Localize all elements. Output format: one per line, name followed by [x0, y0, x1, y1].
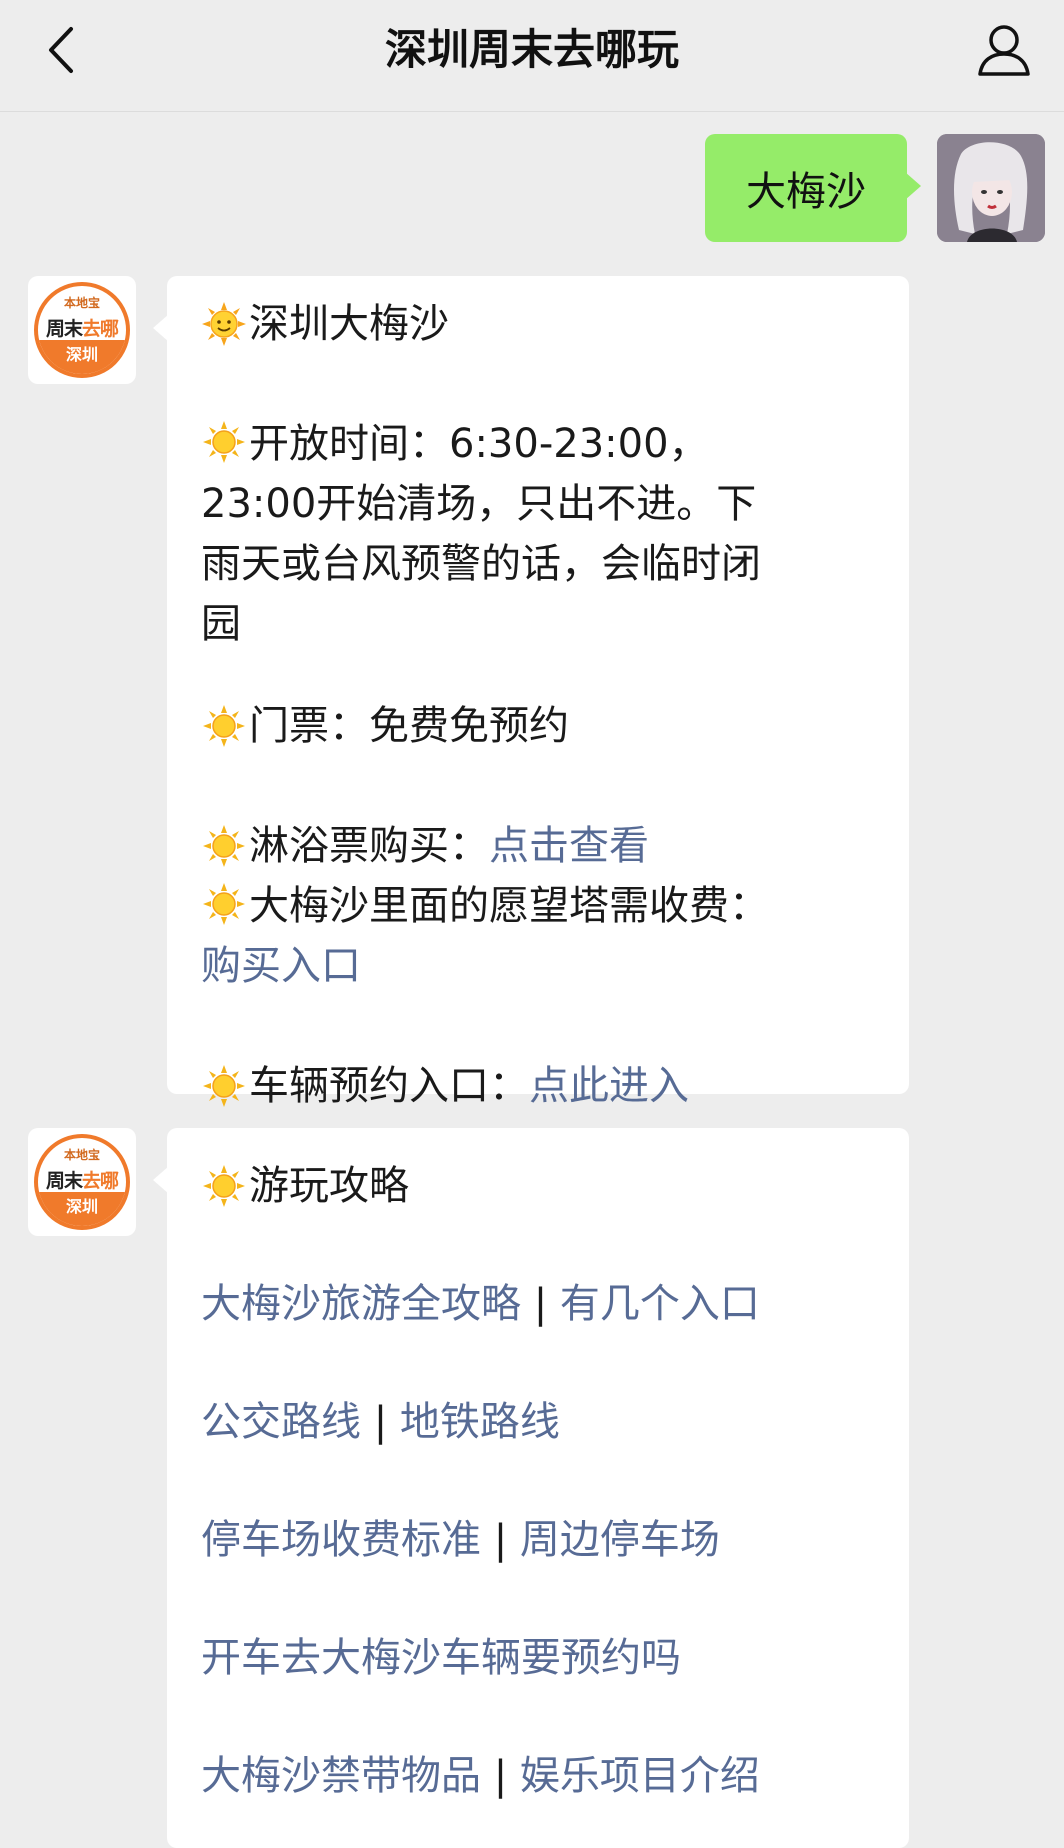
guide-link-row: 大梅沙禁带物品 | 娱乐项目介绍: [201, 1746, 875, 1806]
bot-logo-top-text: 本地宝: [63, 1148, 100, 1162]
bot-logo-top-text: 本地宝: [63, 296, 100, 310]
opening-hours: 开放时间：6:30-23:00，23:00开始清场，只出不进。下雨天或台风预警的…: [201, 419, 761, 647]
shower-ticket-link[interactable]: 点击查看: [489, 816, 649, 876]
reply-title-line: 深圳大梅沙: [201, 294, 875, 354]
chevron-left-icon: [49, 27, 73, 73]
chat-header: 深圳周末去哪玩: [0, 0, 1064, 112]
sun-icon: [201, 823, 247, 869]
sun-icon: [201, 881, 247, 927]
user-avatar[interactable]: [937, 134, 1045, 242]
sun-icon: [201, 703, 247, 749]
bot-logo-bottom-text: 深圳: [38, 1192, 126, 1226]
ticket-info: 门票：免费免预约: [201, 696, 875, 756]
sun-icon: [201, 1063, 247, 1109]
guide-title-line: 游玩攻略: [201, 1156, 875, 1216]
guide-link[interactable]: 有几个入口: [560, 1274, 760, 1334]
sun-icon: [201, 419, 247, 465]
back-button[interactable]: [30, 20, 90, 80]
sun-face-icon: [201, 301, 247, 347]
guide-link[interactable]: 周边停车场: [520, 1510, 720, 1570]
guide-link[interactable]: 地铁路线: [400, 1392, 560, 1452]
bot-logo-middle-text: 周末去哪: [45, 318, 119, 340]
user-avatar-illustration: [937, 134, 1045, 242]
bot-avatar[interactable]: 本地宝 周末去哪 深圳: [28, 276, 136, 384]
guide-link[interactable]: 公交路线: [201, 1392, 361, 1452]
bot-message-bubble[interactable]: 游玩攻略 大梅沙旅游全攻略 | 有几个入口 公交路线 | 地铁路线 停车场收费标…: [153, 1128, 909, 1848]
guide-link-row: 停车场收费标准 | 周边停车场: [201, 1510, 875, 1570]
guide-link[interactable]: 大梅沙旅游全攻略: [201, 1274, 521, 1334]
user-message-text: 大梅沙: [746, 169, 866, 215]
vehicle-reservation-line: 车辆预约入口： 点此进入: [201, 1056, 875, 1116]
bot-message-bubble[interactable]: 深圳大梅沙 开放时间：6:30-23:00，23:00开始清场，只出不进。下雨天…: [153, 276, 909, 1109]
bot-logo: 本地宝 周末去哪 深圳: [34, 282, 130, 378]
vehicle-reservation-link[interactable]: 点此进入: [529, 1056, 689, 1116]
tower-purchase-link[interactable]: 购买入口: [201, 943, 361, 989]
profile-button[interactable]: [972, 18, 1036, 82]
bot-logo-bottom-text: 深圳: [38, 340, 126, 374]
bot-logo: 本地宝 周末去哪 深圳: [34, 1134, 130, 1230]
guide-title: 游玩攻略: [249, 1163, 409, 1209]
user-icon: [978, 25, 1030, 76]
guide-link-row: 大梅沙旅游全攻略 | 有几个入口: [201, 1274, 875, 1334]
reply-title: 深圳大梅沙: [249, 301, 449, 347]
bot-logo-middle-text: 周末去哪: [45, 1170, 119, 1192]
chat-title: 深圳周末去哪玩: [384, 25, 679, 74]
shower-ticket-line: 淋浴票购买： 点击查看: [201, 816, 875, 876]
user-message-bubble[interactable]: 大梅沙: [705, 134, 921, 242]
bot-avatar[interactable]: 本地宝 周末去哪 深圳: [28, 1128, 136, 1236]
sun-icon: [201, 1163, 247, 1209]
guide-link[interactable]: 大梅沙禁带物品: [201, 1746, 481, 1806]
guide-link[interactable]: 停车场收费标准: [201, 1510, 481, 1570]
tower-fee-line: 大梅沙里面的愿望塔需收费：购买入口: [201, 881, 769, 989]
guide-link-row: 开车去大梅沙车辆要预约吗: [201, 1628, 875, 1688]
guide-link[interactable]: 娱乐项目介绍: [520, 1746, 760, 1806]
guide-link[interactable]: 开车去大梅沙车辆要预约吗: [201, 1628, 681, 1688]
guide-link-row: 公交路线 | 地铁路线: [201, 1392, 875, 1452]
